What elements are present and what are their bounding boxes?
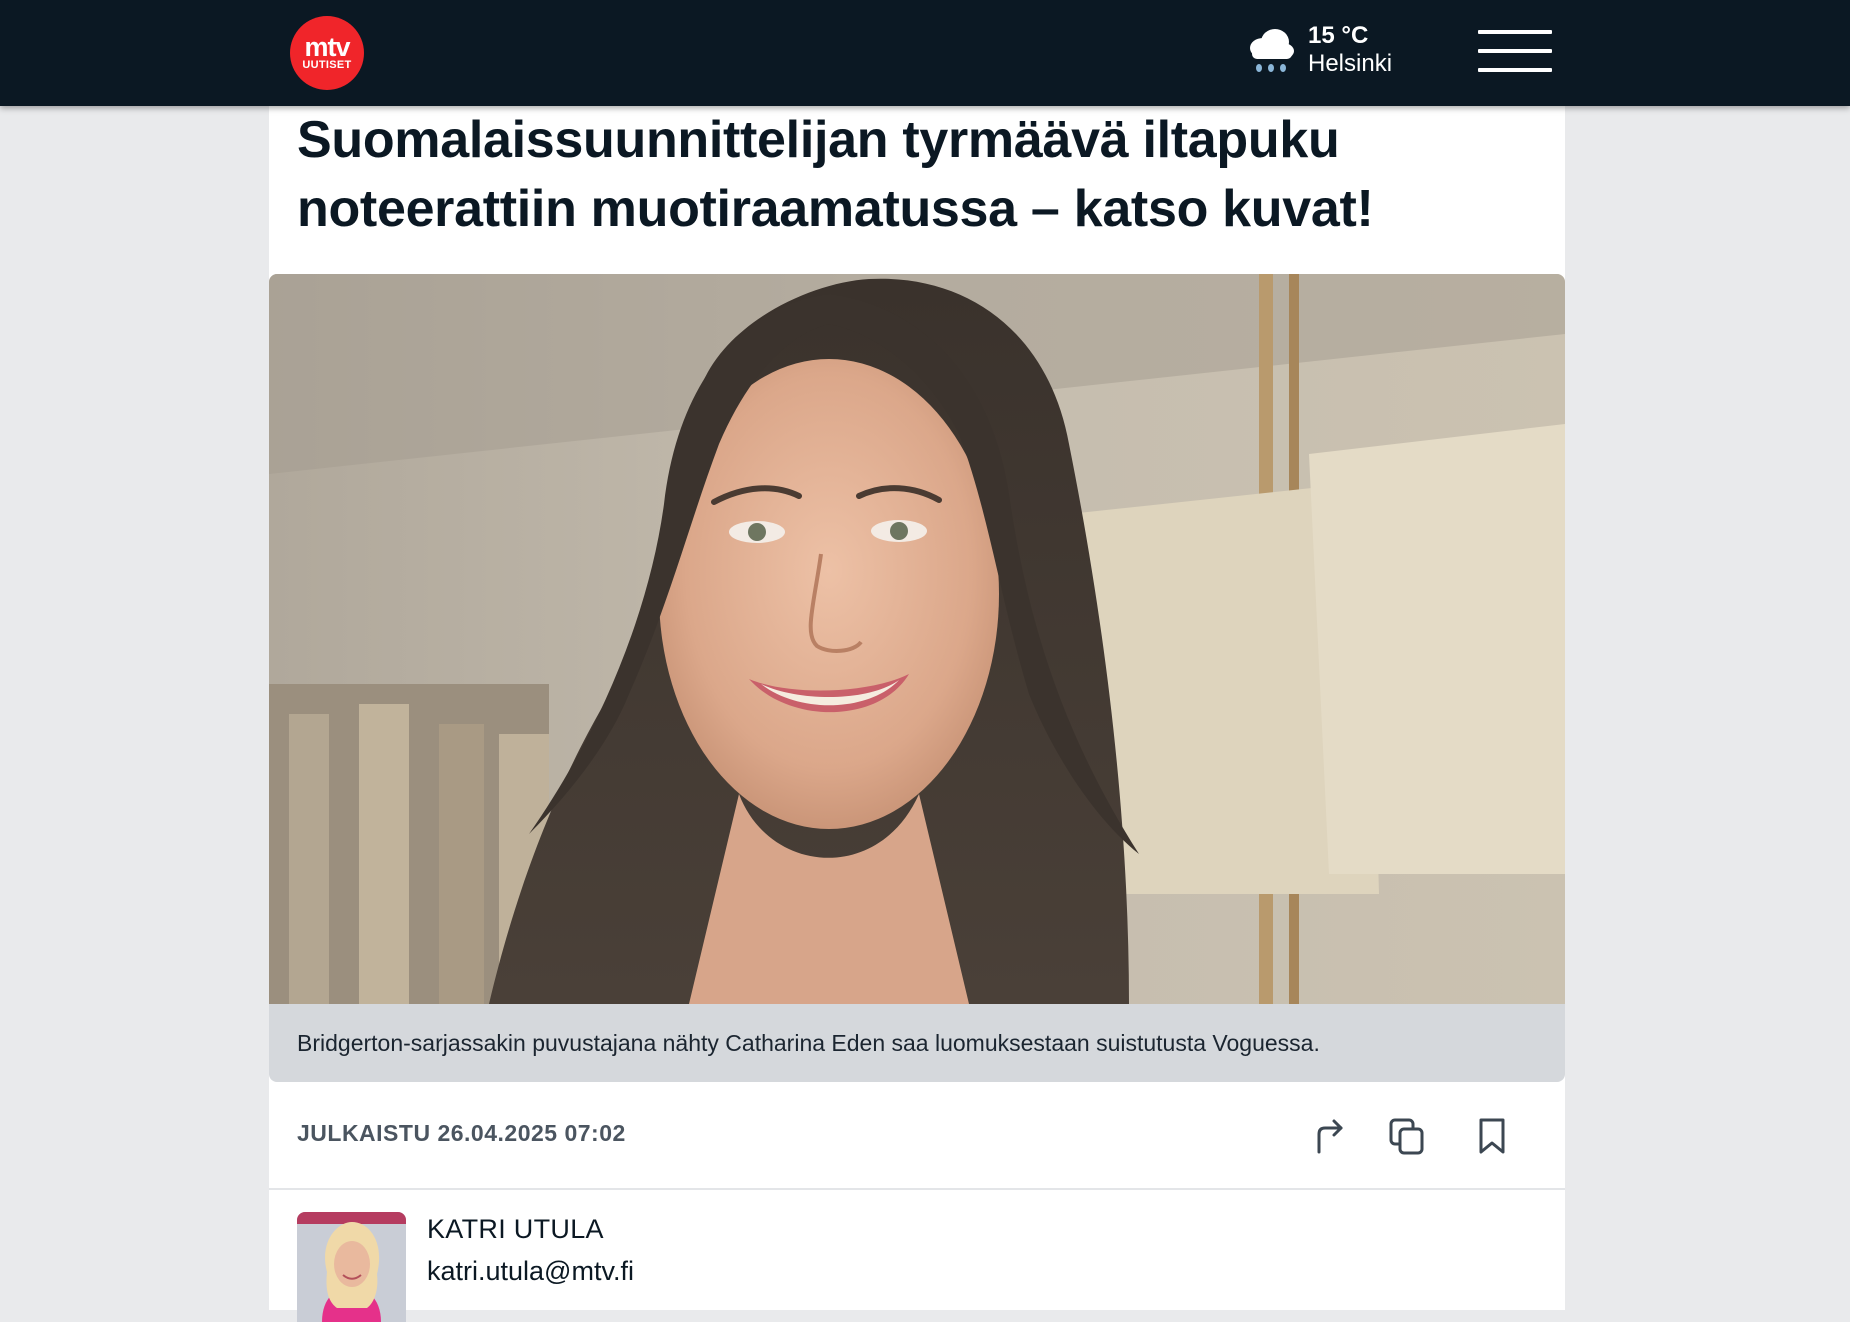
menu-line	[1478, 68, 1552, 72]
author-name: KATRI UTULA	[427, 1214, 604, 1244]
image-caption-bar: Bridgerton-sarjassakin puvustajana nähty…	[269, 1004, 1565, 1082]
weather-text: 15 °C Helsinki	[1308, 22, 1392, 78]
author-block: KATRI UTULA katri.utula@mtv.fi	[269, 1190, 1565, 1322]
logo-text-bottom: UUTISET	[302, 59, 352, 71]
cloud-rain-icon	[1250, 29, 1294, 72]
copy-icon[interactable]	[1387, 1114, 1427, 1158]
article-headline: Suomalaissuunnittelijan tyrmäävä iltapuk…	[297, 111, 1374, 238]
bookmark-icon[interactable]	[1472, 1114, 1512, 1158]
share-icon[interactable]	[1309, 1114, 1349, 1158]
menu-line	[1478, 30, 1552, 34]
hamburger-menu-icon[interactable]	[1478, 30, 1552, 74]
image-caption: Bridgerton-sarjassakin puvustajana nähty…	[297, 1030, 1320, 1056]
top-navigation-bar: mtv UUTISET 15 °C Helsinki	[0, 0, 1850, 106]
menu-line	[1478, 49, 1552, 53]
weather-widget[interactable]: 15 °C Helsinki	[1246, 20, 1392, 80]
article-hero-image[interactable]	[269, 274, 1565, 1004]
author-email-link[interactable]: katri.utula@mtv.fi	[427, 1256, 634, 1287]
article-meta-row: JULKAISTU 26.04.2025 07:02	[269, 1082, 1565, 1190]
portrait-photo	[269, 274, 1565, 1004]
logo-text-top: mtv	[304, 32, 350, 62]
article-container: Suomalaissuunnittelijan tyrmäävä iltapuk…	[269, 106, 1565, 1322]
mtv-uutiset-logo[interactable]: mtv UUTISET	[290, 16, 364, 90]
published-timestamp: JULKAISTU 26.04.2025 07:02	[297, 1120, 626, 1146]
weather-temperature: 15 °C	[1308, 22, 1369, 49]
author-avatar[interactable]	[297, 1212, 406, 1322]
weather-city: Helsinki	[1308, 50, 1393, 77]
